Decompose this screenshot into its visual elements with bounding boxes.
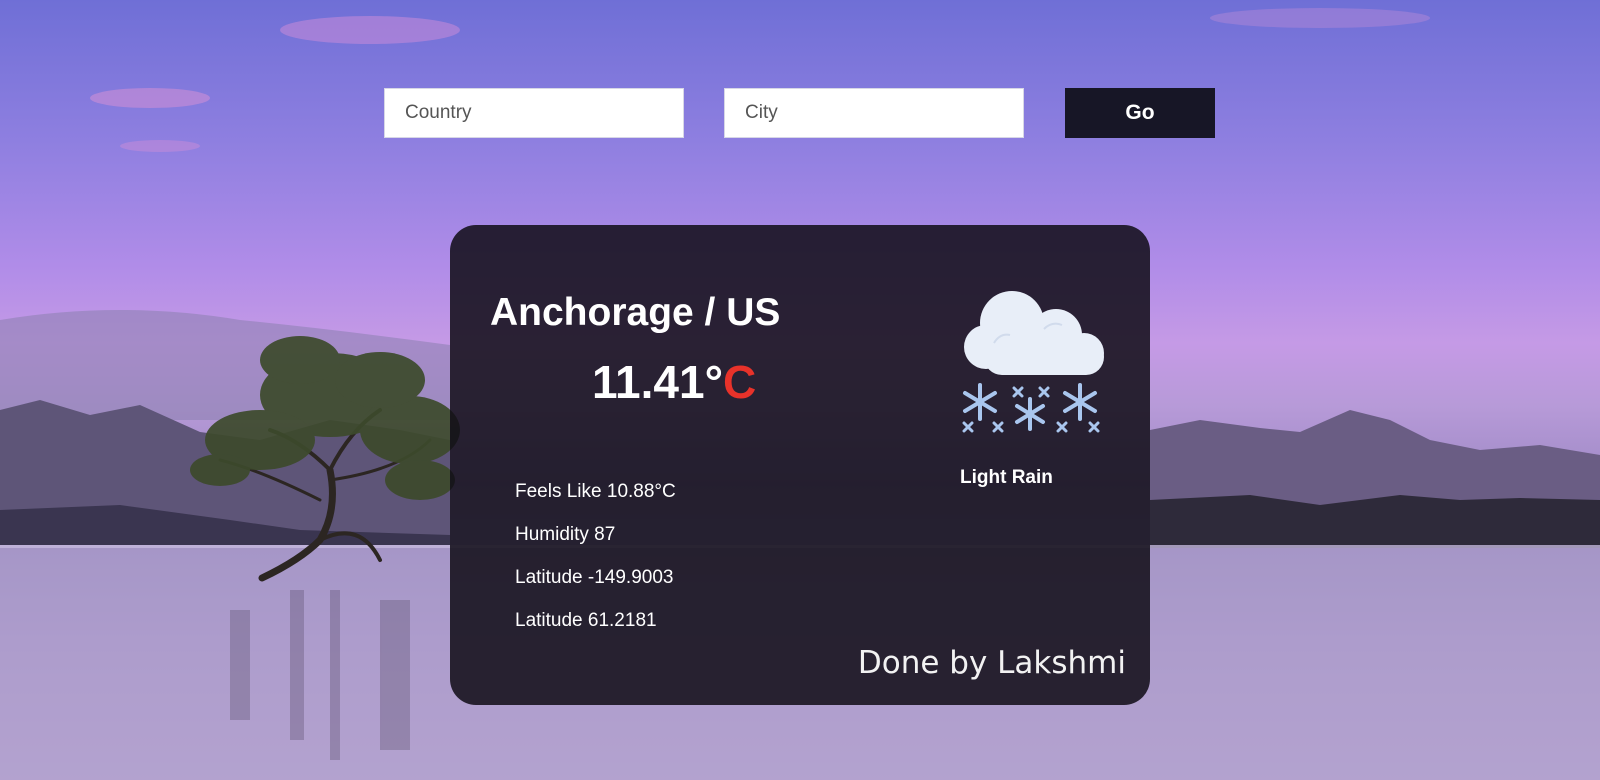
weather-app: Go Anchorage / US 11.41°C Feels Like 10.… (0, 0, 1600, 780)
temperature-readout: 11.41°C (592, 355, 756, 409)
weather-card: Anchorage / US 11.41°C Feels Like 10.88°… (450, 225, 1150, 705)
longitude-text: Latitude -149.9003 (515, 567, 674, 588)
feels-like-text: Feels Like 10.88°C (515, 481, 676, 502)
city-input[interactable] (724, 88, 1024, 138)
go-button[interactable]: Go (1065, 88, 1215, 138)
weather-condition: Light Rain (960, 467, 1053, 488)
latitude-text: Latitude 61.2181 (515, 610, 657, 631)
search-bar: Go (0, 88, 1600, 138)
credit-text: Done by Lakshmi (857, 645, 1126, 681)
location-title: Anchorage / US (490, 291, 781, 334)
temperature-value: 11.41° (592, 356, 723, 408)
weather-details-list: Feels Like 10.88°C Humidity 87 Latitude … (515, 481, 676, 653)
temperature-unit: C (722, 356, 757, 408)
country-input[interactable] (384, 88, 684, 138)
cloud-snow-icon (962, 291, 1104, 433)
humidity-text: Humidity 87 (515, 524, 616, 545)
